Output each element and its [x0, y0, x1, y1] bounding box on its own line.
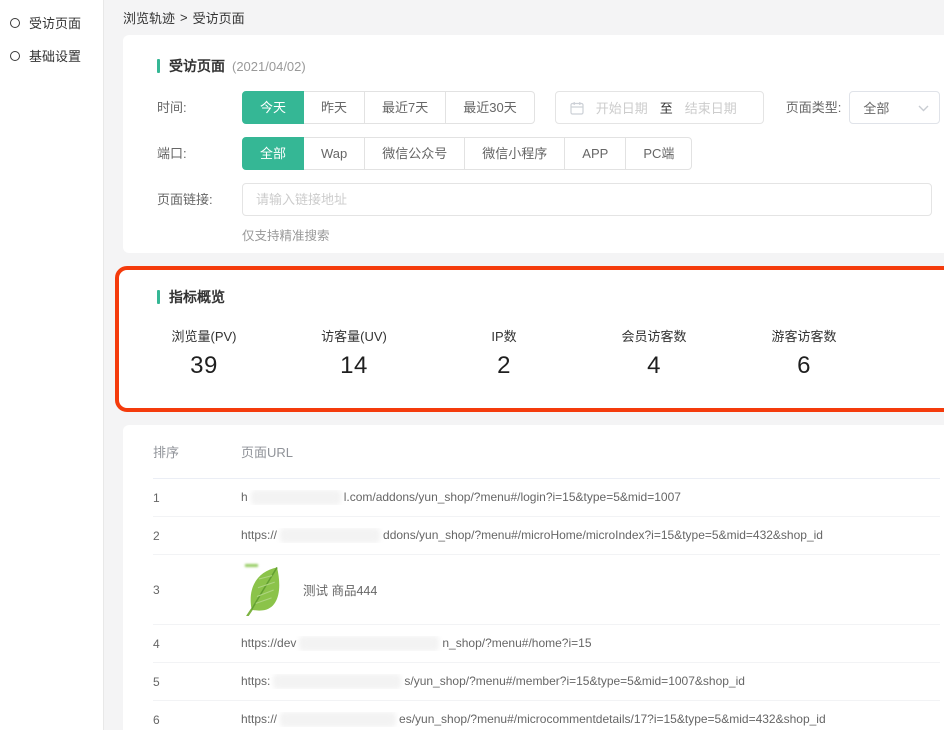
url-table-panel: 排序 页面URL 1 hl.com/addons/yun_shop/?menu#…	[123, 425, 944, 730]
port-filter-label: 端口:	[157, 137, 242, 170]
page-type-label: 页面类型:	[786, 91, 842, 124]
port-option-pc[interactable]: PC端	[625, 137, 692, 170]
table-row: 6 https://es/yun_shop/?menu#/microcommen…	[153, 701, 940, 730]
filter-panel-title: 受访页面 (2021/04/02)	[157, 56, 940, 76]
page-link-row: 页面链接: 仅支持精准搜索	[157, 183, 940, 244]
metric-value: 39	[129, 352, 279, 380]
table-row: 4 https://devn_shop/?menu#/home?i=15	[153, 625, 940, 663]
breadcrumb: 浏览轨迹 > 受访页面	[104, 0, 944, 35]
panel-date-note: (2021/04/02)	[232, 59, 306, 74]
redacted-blur	[273, 674, 401, 689]
metric-label: 会员访客数	[579, 326, 729, 345]
metric-value: 2	[429, 352, 579, 380]
chevron-down-icon	[918, 100, 929, 115]
main-content: 浏览轨迹 > 受访页面 受访页面 (2021/04/02) 时间: 今天 昨天 …	[104, 0, 944, 730]
calendar-icon	[570, 101, 584, 115]
redacted-blur	[299, 636, 439, 651]
time-option-today[interactable]: 今天	[242, 91, 304, 124]
port-option-all[interactable]: 全部	[242, 137, 304, 170]
breadcrumb-parent[interactable]: 浏览轨迹	[123, 8, 175, 27]
panel-title-text: 指标概览	[169, 287, 225, 307]
metric-guest-visitors: 游客访客数 6	[729, 326, 879, 380]
date-range-picker[interactable]: 开始日期 至 结束日期	[555, 91, 764, 124]
row-url: hl.com/addons/yun_shop/?menu#/login?i=15…	[241, 490, 940, 505]
metric-value: 6	[729, 352, 879, 380]
product-name: 测试 商品444	[303, 580, 377, 599]
page-type-select[interactable]: 全部	[849, 91, 940, 124]
time-option-last7days[interactable]: 最近7天	[364, 91, 446, 124]
title-accent-bar	[157, 59, 160, 73]
port-filter-row: 端口: 全部 Wap 微信公众号 微信小程序 APP PC端	[157, 137, 940, 170]
row-rank: 6	[153, 713, 241, 727]
end-date-placeholder[interactable]: 结束日期	[673, 98, 749, 117]
time-option-last30days[interactable]: 最近30天	[445, 91, 534, 124]
row-product: 测试 商品444	[241, 564, 377, 616]
time-option-yesterday[interactable]: 昨天	[303, 91, 365, 124]
redacted-blur	[280, 712, 396, 727]
redacted-blur	[251, 490, 341, 505]
page-link-label: 页面链接:	[157, 183, 242, 216]
table-row: 2 https://ddons/yun_shop/?menu#/microHom…	[153, 517, 940, 555]
port-button-group: 全部 Wap 微信公众号 微信小程序 APP PC端	[242, 137, 692, 170]
table-header: 排序 页面URL	[153, 425, 940, 479]
metric-ip-count: IP数 2	[429, 326, 579, 380]
row-url: https://ddons/yun_shop/?menu#/microHome/…	[241, 528, 940, 543]
breadcrumb-separator: >	[180, 10, 188, 25]
metrics-overview-panel: 指标概览 浏览量(PV) 39 访客量(UV) 14 IP数 2 会员访客数 4…	[115, 266, 944, 412]
date-range-to-label: 至	[660, 98, 673, 117]
sidebar-item-label: 受访页面	[29, 13, 81, 32]
port-option-app[interactable]: APP	[564, 137, 626, 170]
product-leaf-image	[241, 564, 287, 616]
filter-panel: 受访页面 (2021/04/02) 时间: 今天 昨天 最近7天 最近30天	[123, 35, 944, 253]
title-accent-bar	[157, 290, 160, 304]
metrics-row: 浏览量(PV) 39 访客量(UV) 14 IP数 2 会员访客数 4 游客访客…	[129, 326, 936, 380]
metric-value: 4	[579, 352, 729, 380]
sidebar-item-visited-pages[interactable]: 受访页面	[0, 6, 103, 39]
panel-title-text: 受访页面	[169, 56, 225, 76]
sidebar-item-basic-settings[interactable]: 基础设置	[0, 39, 103, 72]
row-url: https://es/yun_shop/?menu#/microcommentd…	[241, 712, 940, 727]
breadcrumb-current: 受访页面	[193, 8, 245, 27]
time-filter-label: 时间:	[157, 91, 242, 124]
page-link-input[interactable]	[242, 183, 932, 216]
metric-label: 访客量(UV)	[279, 326, 429, 345]
column-header-url: 页面URL	[241, 442, 293, 461]
row-rank: 5	[153, 675, 241, 689]
row-rank: 3	[153, 583, 241, 597]
port-option-wechat-official[interactable]: 微信公众号	[364, 137, 465, 170]
row-url: https://devn_shop/?menu#/home?i=15	[241, 636, 940, 651]
table-row: 3 测试 商品444	[153, 555, 940, 625]
port-option-wechat-mini[interactable]: 微信小程序	[464, 137, 565, 170]
row-rank: 1	[153, 491, 241, 505]
row-rank: 4	[153, 637, 241, 651]
sidebar-item-label: 基础设置	[29, 46, 81, 65]
page-type-selected-value: 全部	[863, 98, 889, 117]
redacted-blur	[280, 528, 380, 543]
row-rank: 2	[153, 529, 241, 543]
metric-label: IP数	[429, 326, 579, 345]
circle-icon	[10, 18, 20, 28]
table-row: 1 hl.com/addons/yun_shop/?menu#/login?i=…	[153, 479, 940, 517]
page-link-hint: 仅支持精准搜索	[242, 225, 932, 244]
metric-pv: 浏览量(PV) 39	[129, 326, 279, 380]
row-url: https:s/yun_shop/?menu#/member?i=15&type…	[241, 674, 940, 689]
metric-label: 浏览量(PV)	[129, 326, 279, 345]
metric-label: 游客访客数	[729, 326, 879, 345]
metric-uv: 访客量(UV) 14	[279, 326, 429, 380]
column-header-rank: 排序	[153, 442, 241, 461]
port-option-wap[interactable]: Wap	[303, 137, 365, 170]
leaf-watermark	[245, 564, 258, 567]
time-filter-row: 时间: 今天 昨天 最近7天 最近30天 开始日期 至 结束日	[157, 91, 940, 124]
metric-value: 14	[279, 352, 429, 380]
table-row: 5 https:s/yun_shop/?menu#/member?i=15&ty…	[153, 663, 940, 701]
time-button-group: 今天 昨天 最近7天 最近30天	[242, 91, 535, 124]
circle-icon	[10, 51, 20, 61]
sidebar: 受访页面 基础设置	[0, 0, 104, 730]
metric-member-visitors: 会员访客数 4	[579, 326, 729, 380]
start-date-placeholder[interactable]: 开始日期	[584, 98, 660, 117]
metrics-panel-title: 指标概览	[157, 287, 936, 307]
